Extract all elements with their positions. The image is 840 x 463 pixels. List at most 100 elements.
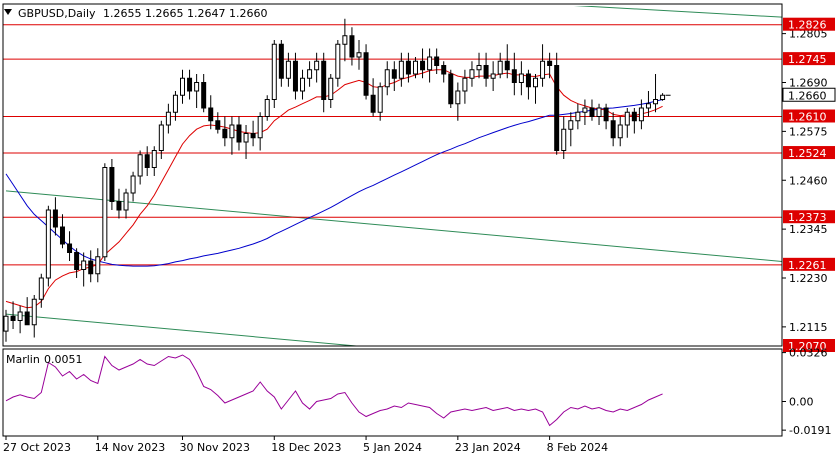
candle-body <box>568 120 574 130</box>
candle-body <box>342 35 348 45</box>
candle-body <box>137 154 143 177</box>
candle-body <box>363 52 369 96</box>
level-price-label: 1.2524 <box>788 147 827 160</box>
time-tick-label: 14 Nov 2023 <box>95 441 165 454</box>
candle-body <box>109 167 115 202</box>
close-value: 1.2660 <box>229 7 268 20</box>
candle-body <box>582 107 588 113</box>
candle <box>271 40 277 108</box>
candle-body <box>441 65 447 75</box>
candle-body <box>483 65 489 79</box>
price-tick-label: 1.2345 <box>789 223 828 236</box>
candle-body <box>448 73 454 105</box>
candle <box>554 52 560 155</box>
candle-body <box>10 315 16 321</box>
candle-body <box>653 99 659 105</box>
candle-body <box>589 107 595 117</box>
candle-body <box>67 243 73 253</box>
level-price-label: 1.2610 <box>788 111 827 124</box>
candle-body <box>292 60 298 92</box>
candle-body <box>547 60 553 66</box>
candle-body <box>59 226 65 245</box>
candle-body <box>95 256 101 275</box>
candle-body <box>194 82 200 92</box>
candle-body <box>412 60 418 75</box>
candle-body <box>208 107 214 122</box>
candle-body <box>285 60 291 79</box>
time-tick-label: 30 Nov 2023 <box>180 441 250 454</box>
candle <box>363 44 369 100</box>
candle-body <box>370 94 376 113</box>
candle <box>45 205 51 287</box>
candle-body <box>617 124 623 139</box>
candle-body <box>490 73 496 79</box>
candle-body <box>321 60 327 100</box>
candle-body <box>638 107 644 122</box>
candle-body <box>420 60 426 71</box>
chart-canvas: 1.28051.26901.25751.24601.23451.22301.21… <box>0 0 840 459</box>
candle-body <box>349 35 355 58</box>
price-tick-label: 1.2460 <box>789 174 828 187</box>
time-tick-label: 23 Jan 2024 <box>455 441 521 454</box>
candle <box>448 69 454 108</box>
level-price-label: 1.2373 <box>788 211 827 224</box>
price-tick-label: 1.2115 <box>789 321 828 334</box>
candle-body <box>533 77 538 88</box>
price-tick-label: 1.2575 <box>789 125 828 138</box>
marlin-name: Marlin <box>6 353 40 366</box>
candle-body <box>123 192 129 211</box>
candle-body <box>222 128 228 139</box>
current-price-label: 1.2660 <box>788 89 827 102</box>
marlin-tick-label: 0.00 <box>789 396 814 409</box>
candle-body <box>434 56 440 66</box>
candle-body <box>278 43 284 79</box>
level-price-label: 1.2745 <box>788 53 827 66</box>
candle-body <box>144 154 150 168</box>
candle-body <box>596 107 602 117</box>
candle-body <box>300 77 306 92</box>
high-value: 1.2665 <box>145 7 184 20</box>
candle-body <box>497 60 503 75</box>
candle-body <box>165 111 171 126</box>
symbol-label: GBPUSD,Daily <box>18 7 96 20</box>
level-price-label: 1.2826 <box>788 19 827 32</box>
candle-body <box>243 133 249 143</box>
time-tick-label: 5 Jan 2024 <box>363 441 422 454</box>
price-tick-label: 1.2690 <box>789 77 828 90</box>
candle-body <box>610 120 616 139</box>
candle-body <box>250 133 256 139</box>
chart-window: 1.2805 1.2690 1.2575 1.2460 1.2345 1.2230 1.21… <box>0 0 840 459</box>
candle-body <box>645 103 651 109</box>
candle-body <box>307 69 313 79</box>
low-value: 1.2647 <box>187 7 226 20</box>
candle-body <box>172 94 178 113</box>
candle-body <box>3 315 9 332</box>
candle-body <box>236 124 242 143</box>
candle-body <box>398 60 404 79</box>
candle-body <box>81 260 87 270</box>
candle-body <box>624 111 630 126</box>
candle-body <box>405 60 411 75</box>
open-value: 1.2655 <box>103 7 142 20</box>
candle-body <box>229 124 235 139</box>
candle-body <box>158 124 164 151</box>
time-tick-label: 18 Dec 2023 <box>271 441 341 454</box>
candle-body <box>24 311 30 326</box>
candle-body <box>469 69 475 79</box>
candle <box>264 95 270 121</box>
candle-body <box>271 43 277 100</box>
candle-body <box>525 73 531 88</box>
candle-body <box>660 94 666 100</box>
candle-body <box>257 116 263 139</box>
candle-body <box>504 60 510 71</box>
level-price-label: 1.2261 <box>788 259 827 272</box>
candle-body <box>575 111 581 122</box>
candle-body <box>631 111 637 122</box>
candle-body <box>74 252 80 270</box>
candle-body <box>391 69 397 79</box>
marlin-tick-label: 0.0326 <box>789 347 828 360</box>
candle-body <box>384 69 390 88</box>
candle-body <box>427 56 433 71</box>
candle-body <box>476 65 482 71</box>
candle-body <box>130 175 136 194</box>
